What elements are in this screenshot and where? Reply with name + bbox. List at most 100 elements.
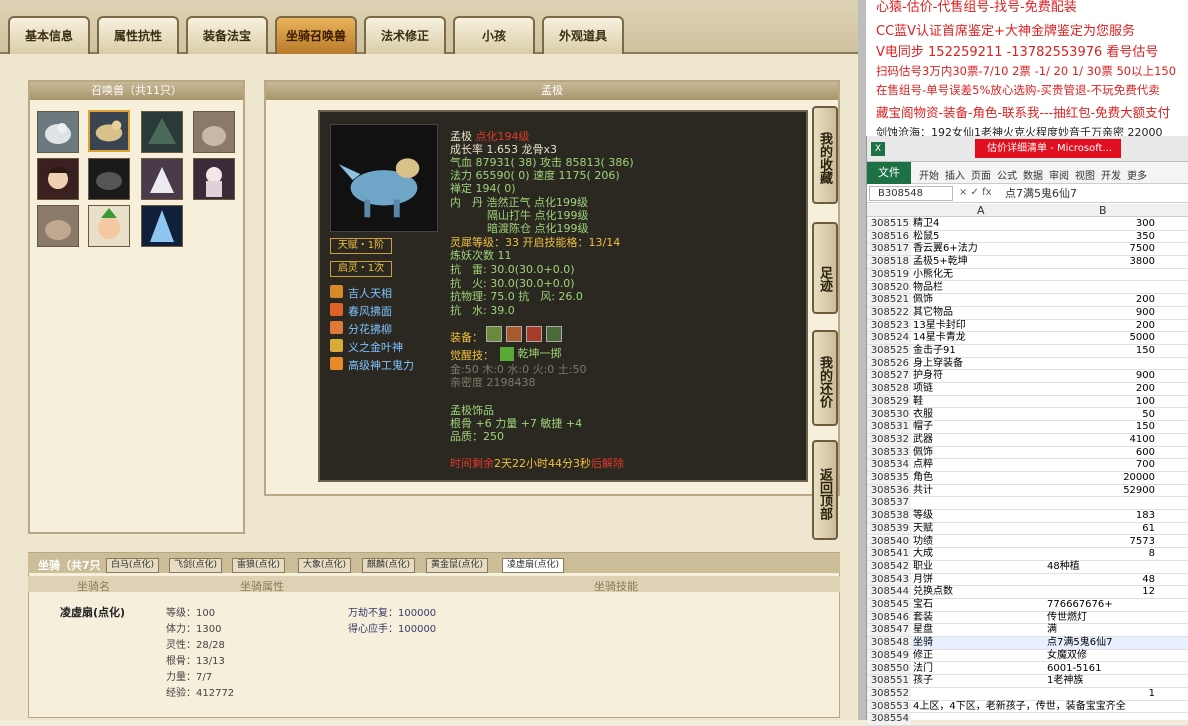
cell-a[interactable]: 物品栏 (913, 282, 943, 295)
row-number[interactable]: 308539 (867, 522, 911, 535)
row-number[interactable]: 308530 (867, 408, 911, 421)
talent-badge[interactable]: 天赋・1阶 (330, 238, 392, 254)
cell-a[interactable]: 金击子91 (913, 345, 956, 358)
row-number[interactable]: 308524 (867, 332, 911, 344)
cell-a[interactable]: 法门 (913, 663, 933, 676)
cell-b[interactable]: 150 (1047, 421, 1155, 434)
cell-b[interactable]: 1 (1047, 688, 1155, 701)
cell-b[interactable]: 900 (1047, 370, 1155, 383)
cell-a[interactable]: 精卫4 (913, 218, 939, 231)
cell-a[interactable]: 身上穿装备 (913, 358, 963, 371)
cell-a[interactable]: 鞋 (913, 396, 923, 409)
cell-b[interactable]: 20000 (1047, 472, 1155, 485)
skill-item[interactable]: 吉人天相 (330, 284, 450, 300)
row-number[interactable]: 308525 (867, 345, 911, 357)
table-row[interactable]: 308516 松鼠5 350 (867, 230, 1188, 244)
cell-b[interactable]: 7500 (1047, 243, 1155, 256)
cell-b[interactable]: 52900 (1047, 485, 1155, 498)
row-number[interactable]: 308532 (867, 433, 911, 446)
pet-ice-spirit[interactable] (141, 205, 183, 247)
row-number[interactable]: 308536 (867, 484, 911, 497)
pet-dragon-dark[interactable] (141, 111, 183, 153)
table-row[interactable]: 308532 武器 4100 (867, 433, 1188, 447)
cell-b[interactable]: 300 (1047, 218, 1155, 231)
cell-b[interactable]: 4100 (1047, 434, 1155, 447)
cell-a[interactable]: 项链 (913, 383, 933, 396)
pet-fox-white[interactable] (141, 158, 183, 200)
table-row[interactable]: 308538 等级 183 (867, 510, 1188, 523)
cell-a[interactable]: 月饼 (913, 574, 933, 587)
pet-panther[interactable] (88, 158, 130, 200)
table-row[interactable]: 308525 金击子91 150 (867, 345, 1188, 358)
row-number[interactable]: 308552 (867, 687, 911, 700)
cell-a[interactable]: 其它物品 (913, 307, 953, 320)
cell-b[interactable]: 6001-5161 (1047, 663, 1155, 676)
cell-a[interactable]: 武器 (913, 434, 933, 447)
cell-a[interactable]: 孟极5+乾坤 (913, 256, 968, 269)
skill-item[interactable]: 义之金叶神 (330, 338, 450, 354)
skill-item[interactable]: 高级神工鬼力 (330, 356, 450, 372)
row-number[interactable]: 308534 (867, 459, 911, 471)
my-bargain-button[interactable]: 我的还价 (812, 330, 838, 426)
pet-hamster[interactable] (37, 205, 79, 247)
ribbon-file-tab[interactable]: 文件 (867, 162, 911, 184)
name-box[interactable]: B308548 (869, 186, 953, 201)
row-number[interactable]: 308535 (867, 472, 911, 484)
cell-a[interactable]: 修正 (913, 650, 933, 663)
cell-b[interactable]: 48种植 (1047, 561, 1155, 574)
mount-tab[interactable]: 大象(点化) (298, 558, 352, 573)
mount-tab[interactable]: 麒麟(点化) (362, 558, 416, 573)
cell-a[interactable]: 宝石 (913, 599, 933, 612)
row-number[interactable]: 308553 (867, 700, 911, 713)
table-row[interactable]: 308529 鞋 100 (867, 395, 1188, 409)
row-number[interactable]: 308542 (867, 560, 911, 573)
skill-item[interactable]: 春风拂面 (330, 302, 450, 318)
awaken-count-badge[interactable]: 启灵・1次 (330, 261, 392, 277)
cell-b[interactable]: 600 (1047, 447, 1155, 460)
cell-a[interactable]: 衣服 (913, 409, 933, 422)
table-row[interactable]: 308537 (867, 497, 1188, 511)
table-row[interactable]: 308518 孟极5+乾坤 3800 (867, 256, 1188, 269)
table-row[interactable]: 308517 香云翼6+法力 7500 (867, 243, 1188, 257)
cell-a[interactable]: 坐骑 (913, 637, 933, 650)
row-number[interactable]: 308549 (867, 649, 911, 662)
cell-b[interactable]: 776667676+ (1047, 599, 1155, 612)
cell-b[interactable]: 5000 (1047, 332, 1155, 345)
cell-a[interactable]: 松鼠5 (913, 231, 939, 244)
table-row[interactable]: 308541 大成 8 (867, 548, 1188, 561)
cell-a[interactable]: 佩饰 (913, 447, 933, 460)
tab-child[interactable]: 小孩 (453, 16, 535, 54)
table-row[interactable]: 308535 角色 20000 (867, 472, 1188, 485)
cell-a[interactable]: 小熊化无 (913, 269, 953, 282)
table-row[interactable]: 308528 项链 200 (867, 383, 1188, 396)
cell-a[interactable]: 孩子 (913, 675, 933, 688)
tab-basic-info[interactable]: 基本信息 (8, 16, 90, 54)
table-row[interactable]: 308552 1 (867, 687, 1188, 701)
cell-b[interactable]: 183 (1047, 510, 1155, 523)
cell-a[interactable]: 兑换点数 (913, 586, 953, 599)
pet-girl[interactable] (37, 158, 79, 200)
cell-b[interactable]: 200 (1047, 320, 1155, 333)
cell-a[interactable]: 佩饰 (913, 294, 933, 307)
cell-b[interactable]: 48 (1047, 574, 1155, 587)
pet-fairy[interactable] (193, 158, 235, 200)
row-number[interactable]: 308548 (867, 637, 911, 649)
tab-attributes[interactable]: 属性抗性 (97, 16, 179, 54)
row-number[interactable]: 308519 (867, 268, 911, 281)
table-row[interactable]: 308519 小熊化无 (867, 268, 1188, 282)
cell-a[interactable]: 天赋 (913, 523, 933, 536)
table-row[interactable]: 308524 14星卡青龙 5000 (867, 332, 1188, 345)
ribbon-tab[interactable]: 插入 (945, 167, 965, 182)
row-number[interactable]: 308554 (867, 713, 911, 725)
table-row[interactable]: 308533 佩饰 600 (867, 446, 1188, 460)
mount-tab[interactable]: 雷狼(点化) (232, 558, 286, 573)
table-row[interactable]: 308548 坐骑 点7满5鬼6仙7 (867, 637, 1188, 650)
cell-b[interactable]: 12 (1047, 586, 1155, 599)
row-number[interactable]: 308551 (867, 675, 911, 687)
ribbon-tab[interactable]: 开始 (919, 167, 939, 182)
ribbon-tab[interactable]: 开发 (1101, 167, 1121, 182)
cell-b[interactable]: 7573 (1047, 536, 1155, 549)
cell-b[interactable]: 150 (1047, 345, 1155, 358)
row-number[interactable]: 308540 (867, 535, 911, 548)
row-number[interactable]: 308538 (867, 510, 911, 522)
